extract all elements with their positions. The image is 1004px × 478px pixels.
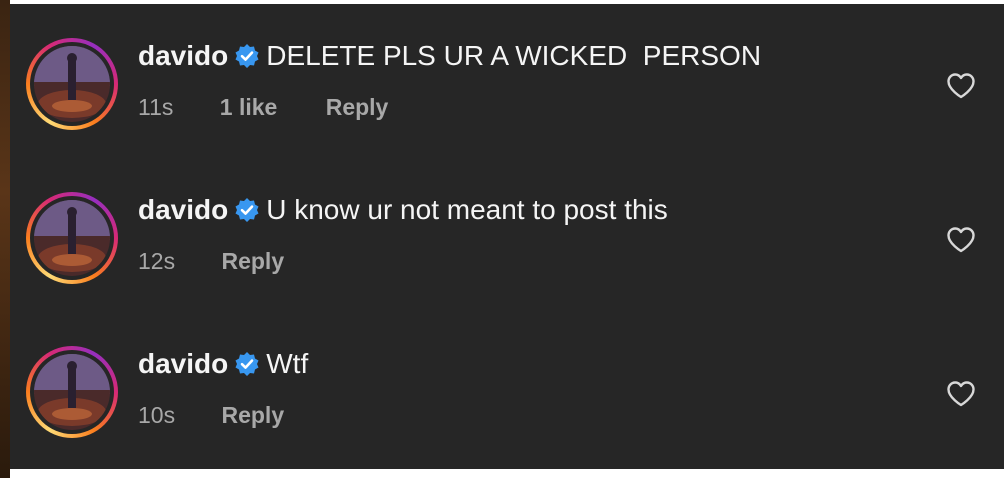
- comment-like-count[interactable]: 1 like: [220, 94, 278, 121]
- reply-button[interactable]: Reply: [221, 248, 284, 275]
- avatar-image: [34, 354, 110, 430]
- bottom-margin: [10, 469, 1004, 478]
- comment-username[interactable]: davido: [138, 348, 228, 380]
- comment-timestamp: 10s: [138, 402, 176, 428]
- verified-badge-icon: [234, 197, 260, 223]
- comment-text: Wtf: [266, 348, 309, 379]
- avatar[interactable]: [26, 346, 118, 438]
- like-heart-icon[interactable]: [946, 380, 976, 408]
- comment-text: U know ur not meant to post this: [266, 194, 668, 225]
- comments-panel: davido DELETE PLS UR A WICKED PERSON 11s…: [10, 4, 1004, 469]
- verified-badge-icon: [234, 43, 260, 69]
- avatar-image: [34, 46, 110, 122]
- avatar[interactable]: [26, 38, 118, 130]
- reply-button[interactable]: Reply: [326, 94, 389, 121]
- comment-timestamp: 12s: [138, 248, 176, 274]
- like-heart-icon[interactable]: [946, 72, 976, 100]
- comment-text: DELETE PLS UR A WICKED PERSON: [266, 40, 762, 71]
- avatar-image: [34, 200, 110, 276]
- like-heart-icon[interactable]: [946, 226, 976, 254]
- comment-item: davido U know ur not meant to post this …: [10, 158, 1004, 308]
- comment-timestamp: 11s: [138, 94, 174, 120]
- comment-item: davido Wtf 10s Reply: [10, 312, 1004, 462]
- background-photo-edge: [0, 0, 10, 478]
- comment-username[interactable]: davido: [138, 40, 228, 72]
- comment-username[interactable]: davido: [138, 194, 228, 226]
- avatar[interactable]: [26, 192, 118, 284]
- verified-badge-icon: [234, 351, 260, 377]
- comment-item: davido DELETE PLS UR A WICKED PERSON 11s…: [10, 4, 1004, 154]
- reply-button[interactable]: Reply: [221, 402, 284, 429]
